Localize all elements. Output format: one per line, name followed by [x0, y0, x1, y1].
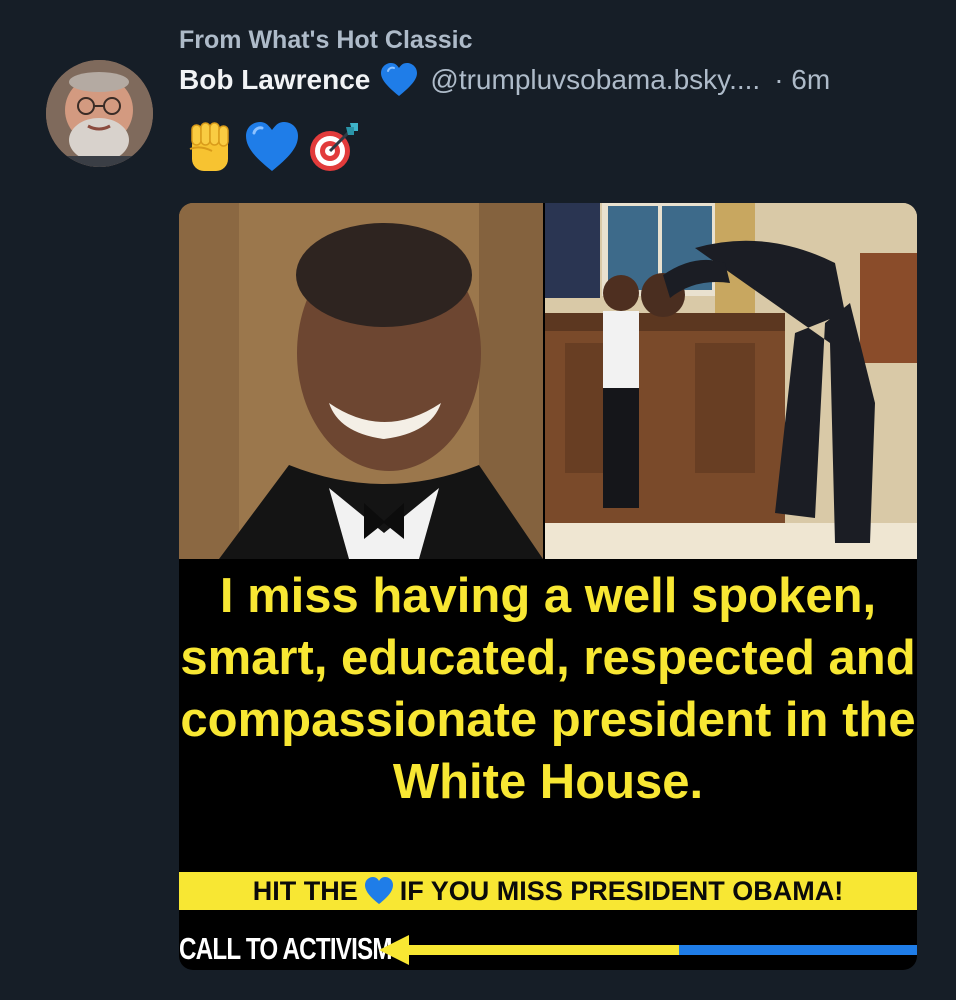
portrait-photo — [179, 203, 543, 559]
feed-post[interactable]: From What's Hot Classic Bob Lawrence @tr… — [0, 0, 956, 1000]
meme-caption: I miss having a well spoken, smart, educ… — [180, 569, 916, 809]
avatar-photo — [46, 60, 153, 167]
cta-text-before: HIT THE — [252, 875, 358, 906]
activism-label: CALL TO ACTIVISM — [179, 931, 393, 966]
feed-context-label[interactable]: From What's Hot Classic — [179, 26, 473, 55]
raised-fist-icon — [182, 119, 238, 175]
post-timestamp[interactable]: · 6m — [774, 64, 830, 96]
blue-heart-icon — [364, 877, 394, 905]
cta-banner: HIT THE IF YOU MISS PRESIDENT OBAMA! — [179, 872, 917, 910]
blue-heart-icon — [380, 63, 418, 97]
direct-hit-icon — [306, 119, 362, 175]
post-text — [182, 118, 362, 176]
post-header: Bob Lawrence @trumpluvsobama.bsky.... · … — [179, 60, 918, 100]
arrow-left-icon — [379, 935, 917, 965]
cta-text-after: IF YOU MISS PRESIDENT OBAMA! — [399, 875, 844, 906]
blue-heart-icon — [244, 119, 300, 175]
author-handle[interactable]: @trumpluvsobama.bsky.... — [430, 64, 760, 96]
author-display-name[interactable]: Bob Lawrence — [179, 64, 370, 96]
oval-office-photo — [545, 203, 917, 559]
activism-banner: CALL TO ACTIVISM — [179, 925, 917, 970]
author-avatar[interactable] — [46, 60, 153, 167]
post-image[interactable]: I miss having a well spoken, smart, educ… — [179, 203, 917, 970]
